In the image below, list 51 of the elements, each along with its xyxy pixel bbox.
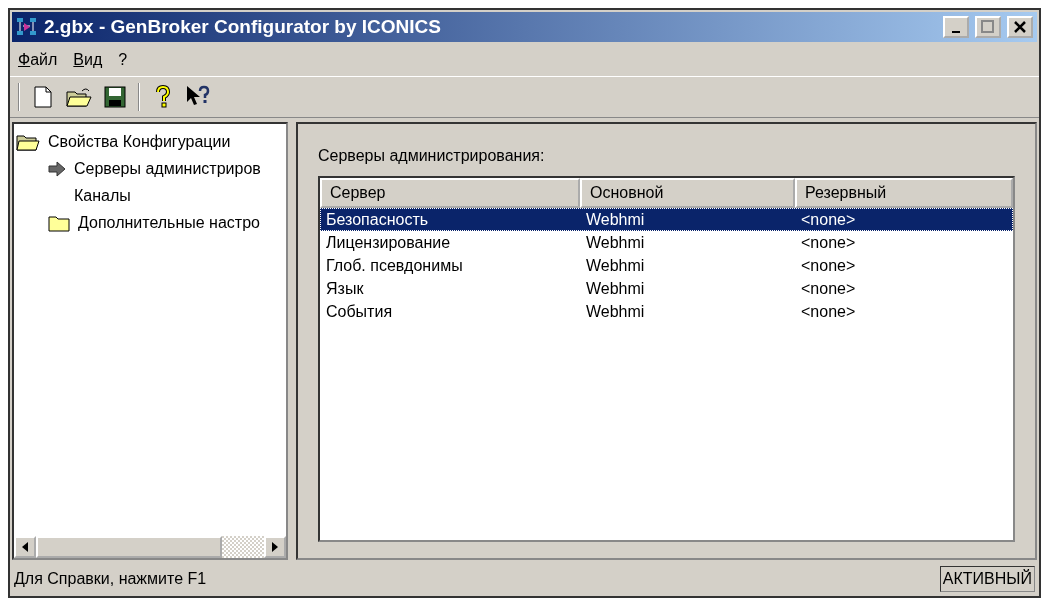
- table-row[interactable]: События Webhmi <none>: [320, 300, 1013, 323]
- table-cell-text: Безопасность: [325, 209, 430, 230]
- table-cell-text: <none>: [800, 209, 857, 230]
- table-cell-text: <none>: [800, 278, 857, 299]
- table-cell-text: Webhmi: [585, 255, 646, 276]
- table-row[interactable]: Безопасность Webhmi <none>: [320, 208, 1013, 231]
- tree-item[interactable]: Каналы: [72, 183, 133, 208]
- table-row[interactable]: Глоб. псевдонимы Webhmi <none>: [320, 254, 1013, 277]
- table-cell-text: Webhmi: [585, 209, 646, 230]
- minimize-icon: [952, 30, 960, 33]
- status-text: Для Справки, нажмите F1: [14, 569, 207, 589]
- table-cell-text: <none>: [800, 301, 857, 322]
- table-cell-text: Лицензирование: [325, 232, 452, 253]
- close-icon: [1014, 21, 1026, 33]
- menu-item[interactable]: Файл: [18, 48, 58, 72]
- right-triangle-icon: [272, 542, 278, 552]
- menu-item[interactable]: ?: [118, 48, 128, 72]
- floppy-disk-icon[interactable]: [102, 84, 128, 110]
- column-header[interactable]: Основной: [580, 178, 795, 208]
- window-title: 2.gbx - GenBroker Configurator by ICONICS: [44, 14, 442, 39]
- maximize-icon: [981, 20, 995, 34]
- scroll-right-button[interactable]: [264, 536, 286, 558]
- tree-item[interactable]: Свойства Конфигурации: [46, 129, 233, 154]
- table-cell-text: <none>: [800, 255, 857, 276]
- table-row[interactable]: Язык Webhmi <none>: [320, 277, 1013, 300]
- table-cell-text: <none>: [800, 232, 857, 253]
- menu-item[interactable]: Вид: [73, 48, 103, 72]
- left-triangle-icon: [22, 542, 28, 552]
- folder-icon: [16, 132, 40, 151]
- table-cell-text: Язык: [325, 278, 365, 299]
- horizontal-scrollbar[interactable]: [14, 536, 286, 558]
- table-row[interactable]: Лицензирование Webhmi <none>: [320, 231, 1013, 254]
- close-button[interactable]: [1007, 16, 1033, 38]
- table-cell-text: Webhmi: [585, 301, 646, 322]
- column-header[interactable]: Резервный: [795, 178, 1013, 208]
- table-cell-text: Глоб. псевдонимы: [325, 255, 464, 276]
- scroll-left-button[interactable]: [14, 536, 36, 558]
- status-indicator: АКТИВНЫЙ: [939, 566, 1035, 592]
- scrollbar-thumb[interactable]: [36, 536, 222, 558]
- minimize-button[interactable]: [943, 16, 969, 38]
- folder-icon: [48, 213, 70, 232]
- table-cell-text: Webhmi: [585, 278, 646, 299]
- column-header[interactable]: Сервер: [320, 178, 580, 208]
- arrow-icon: [48, 160, 66, 177]
- table-cell-text: События: [325, 301, 394, 322]
- maximize-button[interactable]: [975, 16, 1001, 38]
- panel-label: Серверы администрирования:: [318, 146, 546, 166]
- app-icon: [16, 17, 38, 37]
- tree-item[interactable]: Дополнительные настро: [76, 210, 262, 235]
- table-cell-text: Webhmi: [585, 232, 646, 253]
- tree-item[interactable]: Серверы администриров: [72, 156, 263, 181]
